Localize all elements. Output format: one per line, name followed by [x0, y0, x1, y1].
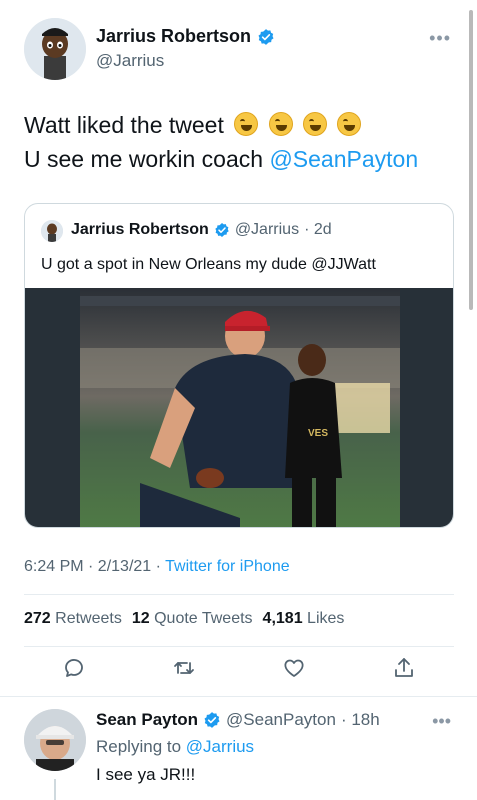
verified-badge-icon — [204, 712, 220, 728]
quoted-text: U got a spot in New Orleans my dude @JJW… — [41, 256, 376, 273]
tweet-actions — [24, 656, 454, 688]
rolling-on-floor-laughing-emoji — [303, 112, 328, 136]
likes-count: 4,181 — [262, 610, 303, 627]
quoted-header: Jarrius Robertson @Jarrius · 2d — [71, 221, 332, 239]
reply-time[interactable]: · 18h — [341, 710, 380, 730]
tweet-meta: 6:24 PM · 2/13/21 · Twitter for iPhone — [24, 558, 290, 576]
more-options-icon[interactable]: ••• — [429, 28, 451, 49]
quote-tweets-label: Quote Tweets — [154, 610, 253, 627]
quoted-media[interactable]: VES — [25, 288, 453, 528]
thread-line — [54, 779, 56, 800]
author-avatar[interactable] — [24, 18, 86, 80]
reply-author-avatar[interactable] — [24, 709, 86, 771]
rolling-on-floor-laughing-emoji — [234, 112, 259, 136]
replying-prefix: Replying to — [96, 737, 186, 756]
retweets-count: 272 — [24, 610, 51, 627]
author-handle[interactable]: @Jarrius — [96, 51, 164, 71]
reply-author-handle[interactable]: @SeanPayton — [226, 710, 336, 730]
verified-badge-icon — [215, 223, 229, 237]
share-icon[interactable] — [392, 656, 416, 680]
replying-to-mention[interactable]: @Jarrius — [186, 737, 254, 756]
quoted-time: · 2d — [304, 221, 332, 238]
heart-icon[interactable] — [282, 656, 306, 680]
more-options-icon[interactable]: ••• — [432, 711, 451, 732]
reply-text: I see ya JR!!! — [96, 765, 196, 784]
reply-tweet[interactable]: Sean Payton @SeanPayton · 18h ••• Replyi… — [0, 696, 477, 800]
mention-link[interactable]: @SeanPayton — [269, 146, 418, 172]
rolling-on-floor-laughing-emoji — [268, 112, 293, 136]
retweets-stat[interactable]: 272 Retweets — [24, 610, 122, 628]
tweet-line-2: U see me workin coach @SeanPayton — [24, 142, 464, 176]
retweets-label: Retweets — [55, 610, 122, 627]
quoted-photo[interactable]: VES — [80, 288, 400, 528]
author-name-text[interactable]: Jarrius Robertson — [96, 26, 251, 47]
timestamp[interactable]: 6:24 PM · 2/13/21 · — [24, 558, 165, 575]
source-link[interactable]: Twitter for iPhone — [165, 558, 290, 575]
quoted-tweet[interactable]: Jarrius Robertson @Jarrius · 2d U got a … — [24, 203, 454, 528]
tweet-text: Watt liked the tweet U see me workin coa… — [24, 108, 464, 176]
likes-stat[interactable]: 4,181 Likes — [263, 610, 345, 628]
tweet-line-2-text: U see me workin coach — [24, 146, 270, 172]
likes-label: Likes — [307, 610, 345, 627]
scrollbar[interactable] — [469, 10, 473, 310]
author-name[interactable]: Jarrius Robertson — [96, 26, 275, 47]
tweet-line-1: Watt liked the tweet — [24, 108, 464, 142]
quoted-author-avatar — [41, 220, 63, 242]
svg-text:VES: VES — [308, 428, 328, 439]
reply-icon[interactable] — [62, 656, 86, 680]
verified-badge-icon — [258, 28, 274, 45]
tweet-stats: 272 Retweets 12 Quote Tweets 4,181 Likes — [24, 610, 344, 628]
quoted-author-handle: @Jarrius — [234, 221, 300, 238]
retweet-icon[interactable] — [172, 656, 196, 680]
quoted-author-name: Jarrius Robertson — [71, 221, 209, 238]
reply-header: Sean Payton @SeanPayton · 18h — [96, 710, 380, 730]
quote-tweets-count: 12 — [131, 610, 150, 627]
divider — [24, 646, 454, 647]
tweet-line-1-text: Watt liked the tweet — [24, 112, 224, 138]
replying-to: Replying to @Jarrius — [96, 737, 254, 757]
reply-author-name[interactable]: Sean Payton — [96, 710, 198, 730]
divider — [24, 594, 454, 595]
quote-tweets-stat[interactable]: 12 Quote Tweets — [132, 610, 253, 628]
rolling-on-floor-laughing-emoji — [337, 112, 362, 136]
